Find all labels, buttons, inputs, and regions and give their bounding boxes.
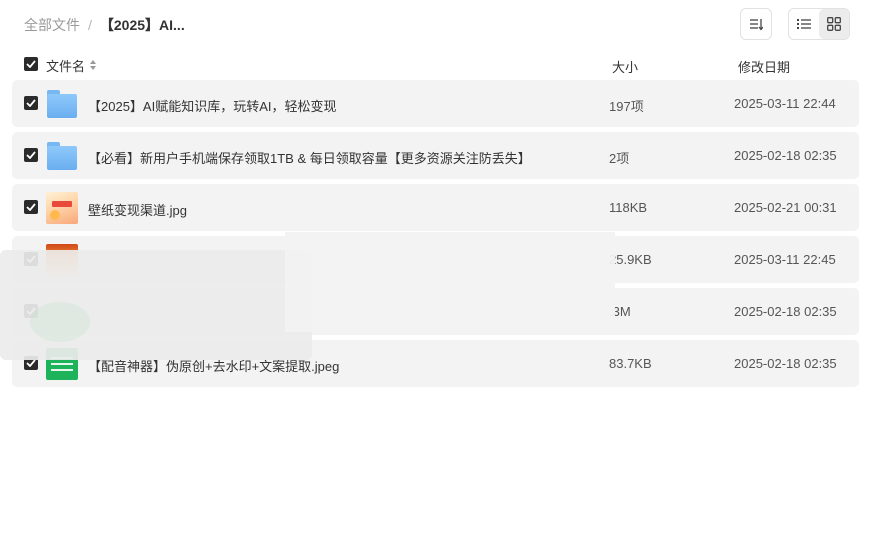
sort-caret-icon: [89, 59, 97, 72]
check-icon: [26, 203, 36, 211]
list-view-icon: [797, 19, 811, 29]
image-thumbnail: [46, 192, 78, 224]
breadcrumb-current: 【2025】AI...: [99, 17, 185, 33]
file-date: 2025-02-18 02:35: [734, 148, 837, 163]
check-icon: [26, 60, 36, 68]
file-date: 2025-02-18 02:35: [734, 304, 837, 319]
file-list-header: 文件名 大小 修改日期: [12, 52, 859, 76]
row-checkbox[interactable]: [24, 304, 38, 318]
file-row[interactable]: 【必看】新用户手机端保存领取1TB & 每日领取容量【更多资源关注防丢失】 2项…: [12, 132, 859, 179]
row-checkbox[interactable]: [24, 96, 38, 110]
row-checkbox[interactable]: [24, 252, 38, 266]
file-name[interactable]: 【配音神器】伪原创+去水印+文案提取.jpeg: [88, 356, 339, 375]
column-header-name[interactable]: 文件名: [46, 56, 97, 75]
folder-icon: [46, 140, 78, 172]
file-size: 118KB: [609, 200, 648, 215]
sort-button[interactable]: [740, 8, 772, 40]
column-header-date[interactable]: 修改日期: [738, 57, 790, 76]
file-size: 83.7KB: [609, 356, 652, 371]
file-size: .3M: [609, 304, 631, 319]
image-thumbnail: [46, 244, 78, 276]
file-size: 2项: [609, 151, 630, 166]
breadcrumb: 全部文件 / 【2025】AI...: [24, 15, 185, 35]
column-name-label: 文件名: [46, 59, 86, 74]
top-bar: 全部文件 / 【2025】AI...: [0, 0, 874, 48]
grid-view-button[interactable]: [819, 9, 849, 39]
row-checkbox[interactable]: [24, 148, 38, 162]
file-row[interactable]: 【2025】AI赋能知识库，玩转AI，轻松变现 197项 2025-03-11 …: [12, 80, 859, 127]
file-date: 2025-03-11 22:45: [734, 252, 836, 267]
sort-list-icon: [750, 19, 763, 31]
image-thumbnail: [46, 348, 78, 380]
select-all-checkbox[interactable]: [24, 57, 38, 71]
file-name[interactable]: 【必看】新用户手机端保存领取1TB & 每日领取容量【更多资源关注防丢失】: [88, 148, 531, 167]
file-size: 197项: [609, 99, 644, 114]
file-row[interactable]: .3M 2025-02-18 02:35: [12, 288, 859, 335]
breadcrumb-separator: /: [88, 17, 92, 33]
file-date: 2025-02-18 02:35: [734, 356, 837, 371]
check-icon: [26, 99, 36, 107]
file-size: 25.9KB: [609, 252, 652, 267]
file-row[interactable]: 【配音神器】伪原创+去水印+文案提取.jpeg 83.7KB 2025-02-1…: [12, 340, 859, 387]
file-date: 2025-03-11 22:44: [734, 96, 836, 111]
file-thumbnail: [46, 296, 78, 328]
row-checkbox[interactable]: [24, 356, 38, 370]
check-icon: [26, 307, 36, 315]
grid-view-icon: [827, 17, 841, 31]
file-list: 【2025】AI赋能知识库，玩转AI，轻松变现 197项 2025-03-11 …: [12, 80, 859, 392]
file-name[interactable]: 【2025】AI赋能知识库，玩转AI，轻松变现: [88, 96, 337, 115]
file-row[interactable]: 壁纸变现渠道.jpg 118KB 2025-02-21 00:31: [12, 184, 859, 231]
check-icon: [26, 255, 36, 263]
check-icon: [26, 359, 36, 367]
view-toggle: [788, 8, 850, 40]
file-name[interactable]: 壁纸变现渠道.jpg: [88, 200, 187, 219]
breadcrumb-root-link[interactable]: 全部文件: [24, 15, 80, 35]
file-row[interactable]: 25.9KB 2025-03-11 22:45: [12, 236, 859, 283]
list-view-button[interactable]: [789, 9, 819, 39]
check-icon: [26, 151, 36, 159]
file-date: 2025-02-21 00:31: [734, 200, 837, 215]
folder-icon: [46, 88, 78, 120]
column-header-size[interactable]: 大小: [612, 57, 638, 76]
row-checkbox[interactable]: [24, 200, 38, 214]
